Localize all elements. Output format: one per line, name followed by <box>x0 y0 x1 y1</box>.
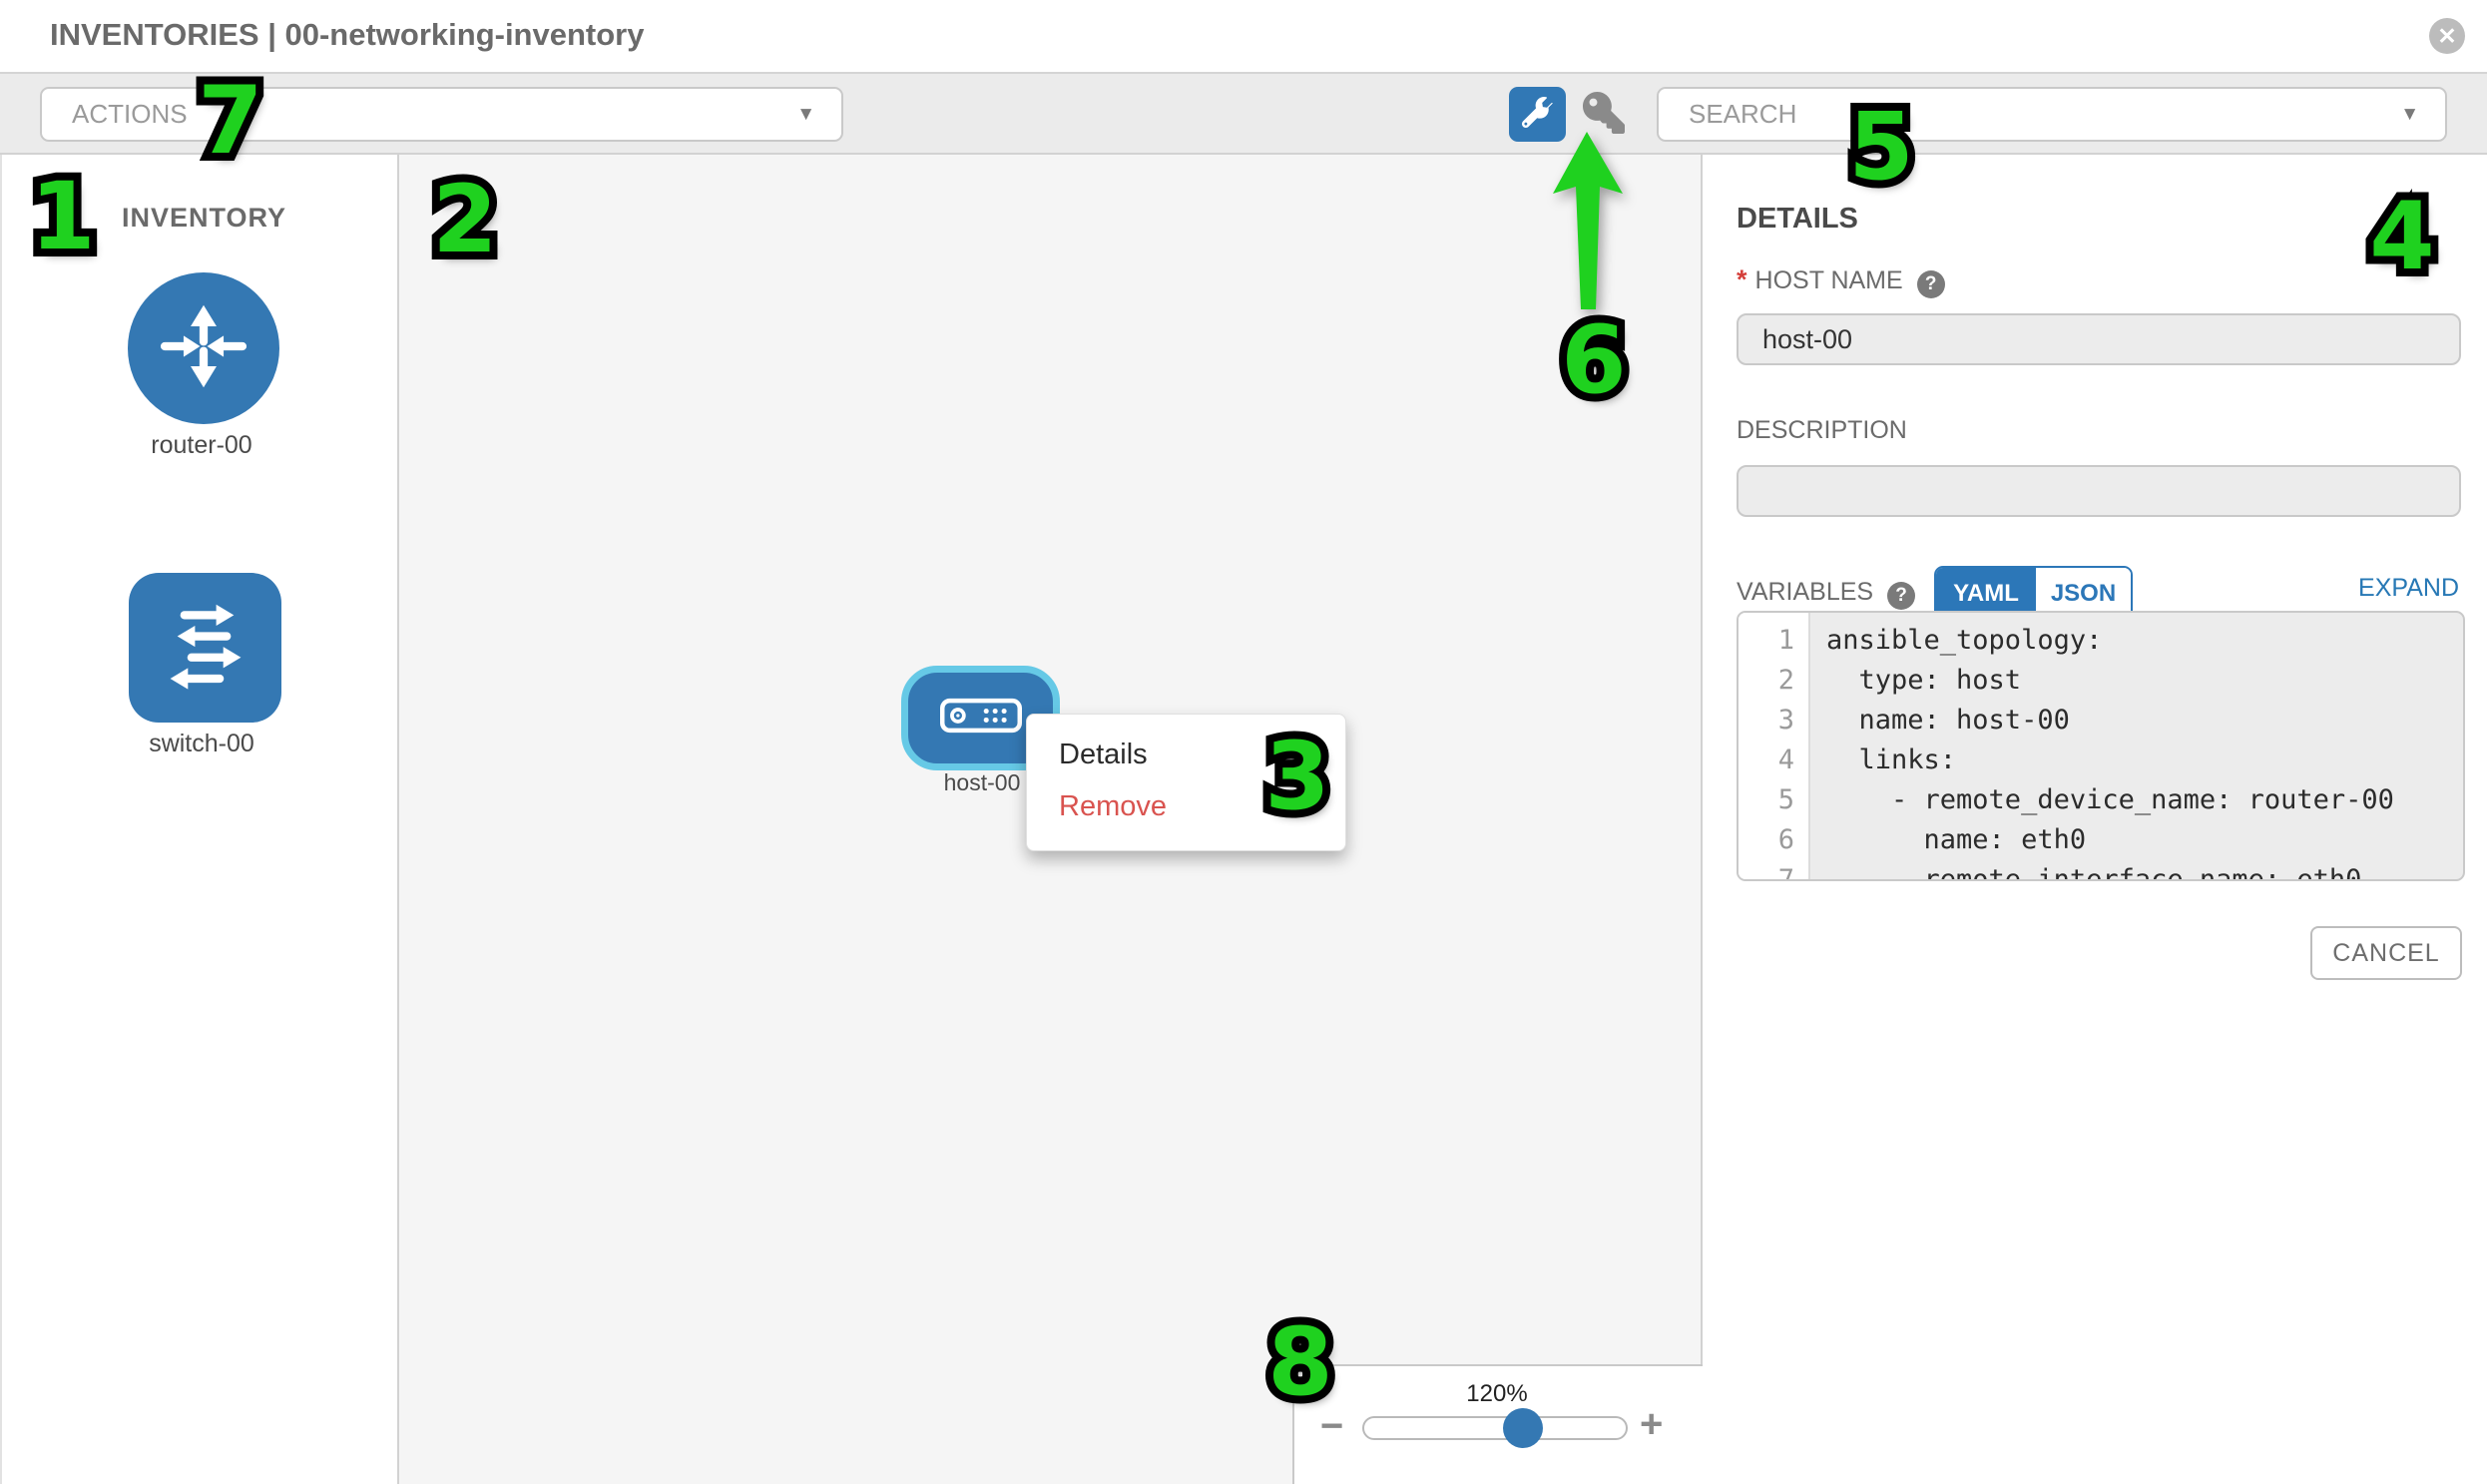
host-name-field-label-row: * HOST NAME? <box>1737 264 1945 298</box>
actions-dropdown[interactable]: ACTIONS ▼ <box>40 87 843 142</box>
description-label: DESCRIPTION <box>1737 416 1907 444</box>
variables-code-editor: 1 2 3 4 5 6 7 ansible_topology: type: ho… <box>1737 611 2465 881</box>
variables-label-row: VARIABLES? <box>1737 578 1915 610</box>
close-icon[interactable]: ✕ <box>2429 18 2465 54</box>
expand-link[interactable]: EXPAND <box>2358 574 2459 603</box>
details-panel: DETAILS * HOST NAME? DESCRIPTION VARIABLE… <box>1703 155 2487 1484</box>
help-icon[interactable]: ? <box>1887 582 1915 610</box>
required-asterisk: * <box>1737 264 1747 294</box>
page-header: INVENTORIES | 00-networking-inventory ✕ <box>0 0 2487 72</box>
router-icon <box>145 287 262 410</box>
chevron-down-icon: ▼ <box>796 104 815 126</box>
search-dropdown-label: SEARCH <box>1689 99 1796 130</box>
help-icon[interactable]: ? <box>1917 270 1945 298</box>
zoom-level-value: 120% <box>1432 1380 1562 1408</box>
host-name-input[interactable] <box>1737 313 2461 365</box>
palette-device-router[interactable] <box>128 272 279 424</box>
palette-device-switch[interactable] <box>129 573 281 723</box>
key-tool-button[interactable] <box>1581 94 1627 136</box>
switch-icon <box>147 587 264 710</box>
palette-title: INVENTORY <box>122 203 286 234</box>
description-label-row: DESCRIPTION <box>1737 416 1907 445</box>
topology-canvas[interactable]: host-00 Details Remove 120% − + <box>399 155 1703 1484</box>
details-panel-title: DETAILS <box>1737 203 1858 236</box>
zoom-control: 120% − + <box>1292 1364 1703 1484</box>
zoom-in-button[interactable]: + <box>1640 1404 1663 1444</box>
palette-device-label: switch-00 <box>2 730 401 758</box>
annotation-arrow-up-icon <box>1553 132 1629 316</box>
actions-dropdown-label: ACTIONS <box>72 99 188 130</box>
close-glyph: ✕ <box>2437 23 2456 50</box>
cancel-button[interactable]: CANCEL <box>2310 926 2462 980</box>
editor-yaml-content[interactable]: ansible_topology: type: host name: host-… <box>1810 613 2394 879</box>
editor-line-numbers: 1 2 3 4 5 6 7 <box>1739 613 1810 879</box>
description-input[interactable] <box>1737 465 2461 517</box>
zoom-slider-track[interactable] <box>1362 1416 1628 1440</box>
toolbar: ACTIONS ▼ SEARCH ▼ <box>0 72 2487 155</box>
breadcrumb: INVENTORIES | 00-networking-inventory <box>50 17 644 53</box>
chevron-down-icon: ▼ <box>2400 104 2419 126</box>
search-dropdown[interactable]: SEARCH ▼ <box>1657 87 2447 142</box>
palette-device-label: router-00 <box>2 431 401 460</box>
host-server-icon <box>940 698 1022 739</box>
variables-label: VARIABLES <box>1737 578 1873 606</box>
inventory-palette: INVENTORY router-00 <box>0 155 399 1484</box>
zoom-slider-thumb[interactable] <box>1503 1408 1543 1448</box>
host-name-label: HOST NAME <box>1755 266 1903 294</box>
wrench-icon <box>1522 97 1553 133</box>
